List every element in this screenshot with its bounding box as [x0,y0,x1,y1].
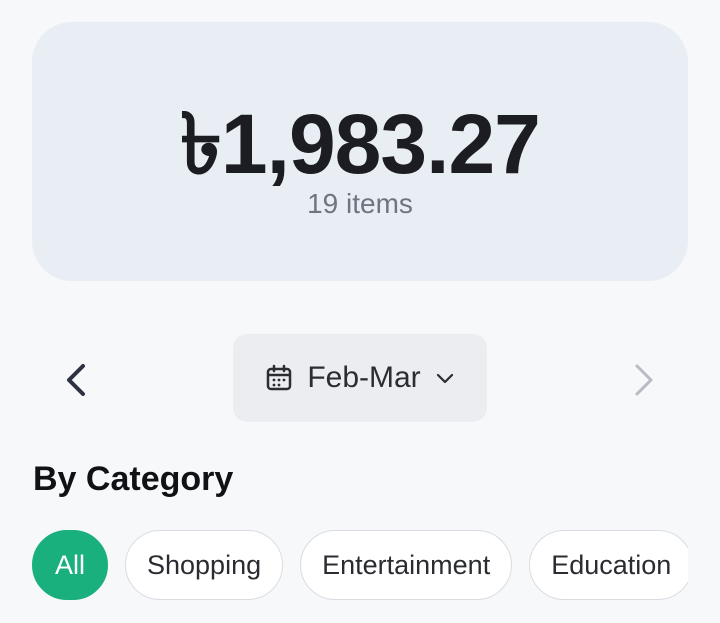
category-chip-education[interactable]: Education [529,530,688,600]
period-label: Feb-Mar [307,361,421,394]
category-chip-all[interactable]: All [32,530,108,600]
category-chip-entertainment[interactable]: Entertainment [300,530,513,600]
chevron-down-icon [436,373,453,384]
category-chip-shopping[interactable]: Shopping [125,530,284,600]
previous-period-button[interactable] [54,358,98,402]
chevron-right-icon [635,364,653,396]
calendar-icon [267,364,292,391]
section-title: By Category [33,460,234,498]
total-amount: ৳1,983.27 [180,97,541,191]
summary-card: ৳1,983.27 19 items [32,22,688,281]
next-period-button[interactable] [622,358,666,402]
item-count: 19 items [307,188,413,219]
period-selector-button[interactable]: Feb-Mar [233,334,487,422]
chevron-left-icon [67,364,85,396]
category-chip-list: All Shopping Entertainment Education [32,530,688,602]
